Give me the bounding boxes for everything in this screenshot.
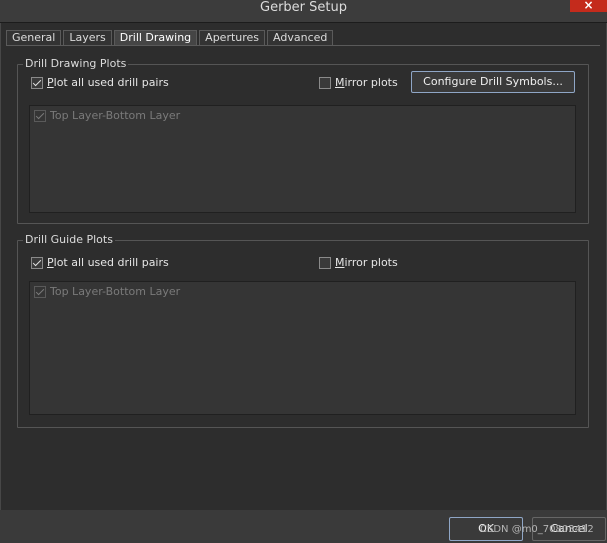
mirror-mnemonic: M — [335, 76, 345, 89]
checkbox-unchecked-icon[interactable] — [319, 76, 331, 89]
drill-guide-mirror-checkbox[interactable]: Mirror plots — [319, 256, 398, 269]
plot-all-label: Plot all used drill pairs — [47, 76, 169, 89]
list-item[interactable]: Top Layer-Bottom Layer — [34, 285, 180, 298]
plot-all-mnemonic: P — [47, 256, 54, 269]
checkbox-disabled-icon — [34, 285, 46, 298]
checkbox-disabled-icon — [34, 109, 46, 122]
list-item-label: Top Layer-Bottom Layer — [50, 109, 181, 122]
tab-divider — [6, 45, 600, 46]
checkbox-unchecked-icon[interactable] — [319, 256, 331, 269]
mirror-text: irror plots — [344, 256, 398, 269]
checkbox-checked-icon[interactable] — [31, 256, 43, 269]
drill-drawing-mirror-checkbox[interactable]: Mirror plots — [319, 76, 398, 89]
drill-guide-pairs-list[interactable]: Top Layer-Bottom Layer — [29, 281, 576, 415]
tab-drill-drawing[interactable]: Drill Drawing — [113, 30, 198, 46]
drill-guide-plots-title: Drill Guide Plots — [23, 233, 115, 247]
plot-all-text: lot all used drill pairs — [53, 256, 169, 269]
drill-drawing-plots-title: Drill Drawing Plots — [23, 57, 129, 71]
checkbox-checked-icon[interactable] — [31, 76, 43, 89]
drill-guide-plot-all-checkbox[interactable]: Plot all used drill pairs — [31, 256, 169, 269]
close-icon: × — [583, 0, 594, 12]
title-bar: Gerber Setup × — [0, 0, 607, 23]
tab-advanced[interactable]: Advanced — [267, 30, 334, 46]
mirror-label: Mirror plots — [335, 76, 398, 89]
mirror-mnemonic: M — [335, 256, 345, 269]
drill-drawing-plot-all-checkbox[interactable]: Plot all used drill pairs — [31, 76, 169, 89]
list-item[interactable]: Top Layer-Bottom Layer — [34, 109, 180, 122]
close-button[interactable]: × — [570, 0, 607, 12]
ok-button[interactable]: OK — [449, 517, 523, 541]
window-title: Gerber Setup — [260, 0, 347, 15]
configure-drill-symbols-button[interactable]: Configure Drill Symbols... — [411, 71, 575, 93]
tab-bar: General Layers Drill Drawing Apertures A… — [6, 30, 334, 46]
drill-drawing-pairs-list[interactable]: Top Layer-Bottom Layer — [29, 105, 576, 213]
mirror-label: Mirror plots — [335, 256, 398, 269]
list-item-label: Top Layer-Bottom Layer — [50, 285, 181, 298]
mirror-text: irror plots — [344, 76, 398, 89]
tab-layers[interactable]: Layers — [63, 30, 112, 46]
tab-apertures[interactable]: Apertures — [199, 30, 266, 46]
tab-general[interactable]: General — [6, 30, 62, 46]
cancel-button[interactable]: Cancel — [532, 517, 606, 541]
plot-all-label: Plot all used drill pairs — [47, 256, 169, 269]
plot-all-text: lot all used drill pairs — [53, 76, 169, 89]
plot-all-mnemonic: P — [47, 76, 54, 89]
